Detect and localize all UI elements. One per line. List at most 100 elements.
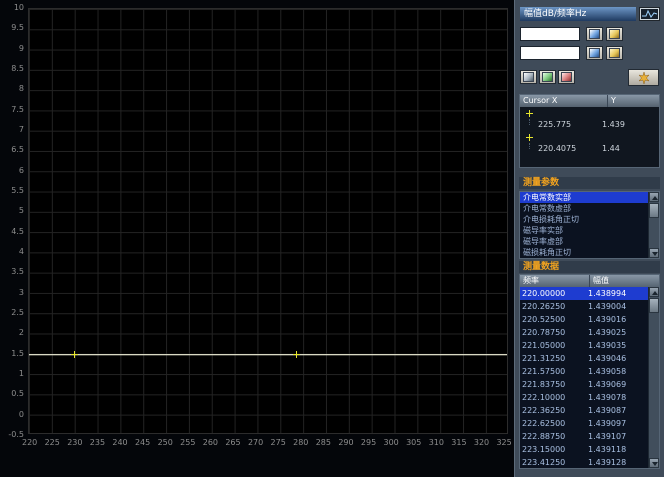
cursor-marker-2[interactable] bbox=[293, 351, 300, 358]
cursor-item-2[interactable] bbox=[520, 131, 659, 143]
y-tick-label: 4 bbox=[19, 247, 24, 256]
tree-connector bbox=[529, 143, 530, 149]
scroll-up-icon[interactable] bbox=[649, 192, 659, 202]
y-tick-label: 0 bbox=[19, 410, 24, 419]
tree-connector bbox=[529, 119, 530, 125]
x-tick-label: 240 bbox=[112, 438, 127, 447]
y-tick-label: 1.5 bbox=[11, 349, 24, 358]
cursor-plus-icon bbox=[526, 134, 533, 141]
data-row[interactable]: 221.575001.439058 bbox=[520, 365, 648, 378]
input1-write-button[interactable] bbox=[586, 27, 603, 41]
data-row[interactable]: 221.312501.439046 bbox=[520, 352, 648, 365]
data-row[interactable]: 220.787501.439025 bbox=[520, 326, 648, 339]
data-table-body: 220.000001.438994 220.262501.439004 220.… bbox=[520, 287, 648, 468]
side-panel: 幅值dB/频率Hz bbox=[514, 0, 664, 477]
starburst-icon bbox=[638, 72, 650, 84]
cursor-table-header: Cursor X Y bbox=[520, 95, 659, 107]
y-tick-label: 2 bbox=[19, 328, 24, 337]
data-row[interactable]: 222.100001.439078 bbox=[520, 391, 648, 404]
input-row-2 bbox=[520, 46, 660, 60]
tool-button-3[interactable] bbox=[558, 70, 575, 84]
scroll-thumb[interactable] bbox=[649, 203, 659, 218]
cursor-values-2[interactable]: 220.4075 1.44 bbox=[520, 143, 659, 155]
cursor-marker-1[interactable] bbox=[71, 351, 78, 358]
cursor-plus-icon bbox=[526, 110, 533, 117]
data-row[interactable]: 222.887501.439107 bbox=[520, 430, 648, 443]
y-tick-label: 3 bbox=[19, 288, 24, 297]
x-tick-label: 230 bbox=[67, 438, 82, 447]
y-tick-label: 4.5 bbox=[11, 227, 24, 236]
col-amplitude[interactable]: 幅值 bbox=[590, 275, 659, 287]
data-row[interactable]: 220.525001.439016 bbox=[520, 313, 648, 326]
x-tick-label: 325 bbox=[496, 438, 511, 447]
data-row[interactable]: 221.050001.439035 bbox=[520, 339, 648, 352]
capture-button[interactable] bbox=[628, 69, 659, 86]
plot-area[interactable] bbox=[28, 8, 508, 434]
input2-apply-button[interactable] bbox=[606, 46, 623, 60]
data-row[interactable]: 223.150001.439118 bbox=[520, 443, 648, 456]
wave-icon bbox=[561, 72, 572, 82]
scope-preview-icon[interactable] bbox=[639, 7, 660, 21]
y-tick-label: 9.5 bbox=[11, 23, 24, 32]
data-row[interactable]: 222.362501.439087 bbox=[520, 404, 648, 417]
y-tick-label: 5 bbox=[19, 206, 24, 215]
x-tick-label: 225 bbox=[45, 438, 60, 447]
data-row[interactable]: 220.000001.438994 bbox=[520, 287, 648, 300]
input2-write-button[interactable] bbox=[586, 46, 603, 60]
x-tick-label: 315 bbox=[451, 438, 466, 447]
data-table-header: 频率 幅值 bbox=[520, 275, 659, 287]
param-item[interactable]: 磁导率虚部 bbox=[520, 236, 648, 247]
params-list: 介电常数实部 介电常数虚部 介电损耗角正切 磁导率实部 磁导率虚部 磁损耗角正切 bbox=[519, 191, 660, 259]
tool-button-1[interactable] bbox=[520, 70, 537, 84]
scroll-thumb[interactable] bbox=[649, 298, 659, 313]
x-tick-label: 290 bbox=[338, 438, 353, 447]
toolbar-row bbox=[520, 70, 660, 87]
y-tick-label: 5.5 bbox=[11, 186, 24, 195]
cursor-values-1[interactable]: 225.775 1.439 bbox=[520, 119, 659, 131]
grid-icon bbox=[542, 72, 553, 82]
tag-icon bbox=[609, 48, 620, 58]
x-axis-labels: 220 225 230 235 240 245 250 255 260 265 … bbox=[22, 438, 512, 447]
value-input-2[interactable] bbox=[520, 46, 580, 60]
param-item[interactable]: 介电常数实部 bbox=[520, 192, 648, 203]
col-frequency[interactable]: 频率 bbox=[520, 275, 590, 287]
x-tick-label: 300 bbox=[384, 438, 399, 447]
params-scrollbar[interactable] bbox=[648, 192, 659, 258]
data-row[interactable]: 222.625001.439097 bbox=[520, 417, 648, 430]
x-tick-label: 245 bbox=[135, 438, 150, 447]
param-item[interactable]: 磁导率实部 bbox=[520, 225, 648, 236]
plot-title-bar: 幅值dB/频率Hz bbox=[520, 7, 636, 21]
trace-line bbox=[29, 354, 507, 355]
scroll-up-icon[interactable] bbox=[649, 287, 659, 297]
input1-apply-button[interactable] bbox=[606, 27, 623, 41]
plot-title: 幅值dB/频率Hz bbox=[524, 9, 586, 19]
data-row[interactable]: 221.837501.439069 bbox=[520, 378, 648, 391]
data-row[interactable]: 223.412501.439128 bbox=[520, 456, 648, 468]
cursor-col-x[interactable]: Cursor X bbox=[520, 95, 608, 107]
x-tick-label: 320 bbox=[474, 438, 489, 447]
tool-button-2[interactable] bbox=[539, 70, 556, 84]
chart-icon bbox=[523, 72, 534, 82]
param-item[interactable]: 介电损耗角正切 bbox=[520, 214, 648, 225]
x-tick-label: 260 bbox=[203, 438, 218, 447]
x-tick-label: 235 bbox=[90, 438, 105, 447]
y-tick-label: 8 bbox=[19, 84, 24, 93]
data-row[interactable]: 220.262501.439004 bbox=[520, 300, 648, 313]
param-item[interactable]: 磁损耗角正切 bbox=[520, 247, 648, 258]
scroll-down-icon[interactable] bbox=[649, 458, 659, 468]
x-tick-label: 295 bbox=[361, 438, 376, 447]
x-tick-label: 270 bbox=[248, 438, 263, 447]
cursor-col-y[interactable]: Y bbox=[608, 95, 659, 107]
input-row-1 bbox=[520, 27, 660, 41]
x-tick-label: 255 bbox=[180, 438, 195, 447]
scroll-down-icon[interactable] bbox=[649, 248, 659, 258]
param-item[interactable]: 介电常数虚部 bbox=[520, 203, 648, 214]
y-tick-label: 6.5 bbox=[11, 145, 24, 154]
x-tick-label: 265 bbox=[225, 438, 240, 447]
value-input-1[interactable] bbox=[520, 27, 580, 41]
x-tick-label: 285 bbox=[316, 438, 331, 447]
y-tick-label: 7.5 bbox=[11, 105, 24, 114]
x-tick-label: 275 bbox=[271, 438, 286, 447]
cursor-item-1[interactable] bbox=[520, 107, 659, 119]
data-scrollbar[interactable] bbox=[648, 287, 659, 468]
